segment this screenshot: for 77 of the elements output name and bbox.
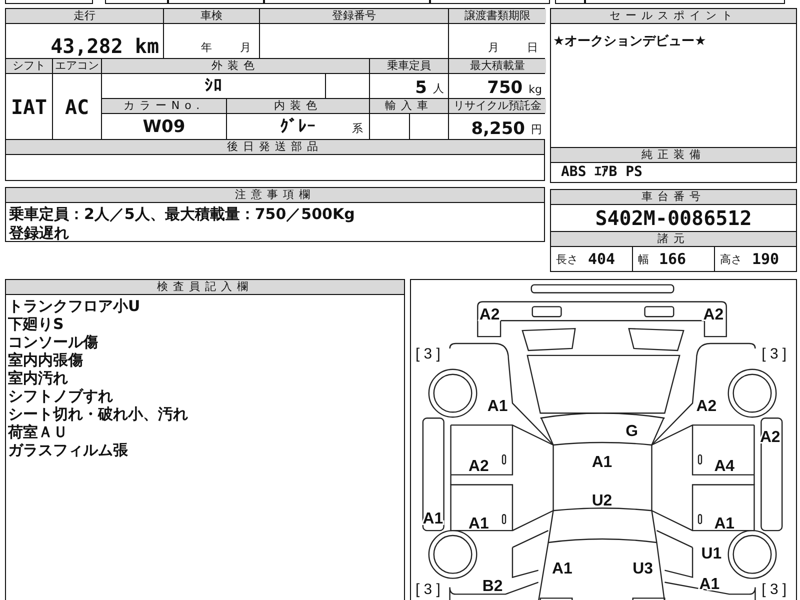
notes-header: 注意事項欄 xyxy=(6,188,544,203)
damage-code: A1 xyxy=(468,516,489,533)
dimension-label: 高さ xyxy=(720,252,742,266)
inspector-notes-header: 検査員記入欄 xyxy=(6,280,404,295)
month-unit: 月 xyxy=(488,40,499,55)
color-number-value: W09 xyxy=(102,114,226,139)
tire-rating: [ 3 ] xyxy=(762,581,787,598)
specs-header: 諸元 xyxy=(551,231,796,247)
inspector-note-line: コンソール傷 xyxy=(8,333,99,351)
exterior-color-value: ｼﾛ xyxy=(102,74,325,98)
note-line: 乗車定員：2人／5人、最大積載量：750／500Kg xyxy=(9,205,356,224)
damage-code: A2 xyxy=(696,398,717,416)
damage-code: A1 xyxy=(699,576,720,594)
mileage-value: 43,282 km xyxy=(6,24,163,58)
interior-color-value: ｸﾞﾚｰ xyxy=(280,116,316,136)
equipment-text: ABS ｴｱB PS xyxy=(561,164,642,180)
inspector-note-line: 荷室ＡＵ xyxy=(8,423,69,441)
capacity-value: 5 xyxy=(415,78,427,98)
equipment-header: 純正装備 xyxy=(551,147,796,163)
inspector-note-line: トランクフロア小U xyxy=(8,297,142,315)
registration-header: 登録番号 xyxy=(260,9,448,23)
later-parts-header: 後日発送部品 xyxy=(6,140,544,154)
inspector-note-line: 室内内張傷 xyxy=(8,351,84,369)
transfer-deadline-header: 譲渡書類期限 xyxy=(449,9,546,23)
shift-value: IAT xyxy=(6,74,52,139)
exterior-color-header: 外装色 xyxy=(102,59,369,73)
tire-rating: [ 3 ] xyxy=(762,345,787,362)
shift-header: シフト xyxy=(6,59,52,73)
damage-code: A4 xyxy=(714,458,735,475)
dimension-value: 166 xyxy=(659,250,686,268)
damage-code: A1 xyxy=(714,516,735,533)
recycle-fee-header: リサイクル預託金 xyxy=(449,99,546,113)
note-line: 登録遅れ xyxy=(9,224,70,243)
damage-code: B2 xyxy=(482,578,503,596)
interior-color-header: 内装色 xyxy=(227,99,369,113)
damage-code: U2 xyxy=(592,492,612,510)
damage-code: U3 xyxy=(632,560,653,578)
month-unit: 月 xyxy=(240,40,251,55)
year-unit: 年 xyxy=(201,40,212,55)
tire-rating: [ 3 ] xyxy=(415,345,440,362)
max-load-unit: kg xyxy=(528,83,542,96)
damage-code: G xyxy=(626,423,638,440)
damage-code: A2 xyxy=(468,458,489,475)
inspection-header: 車検 xyxy=(164,9,259,23)
recycle-fee-value: 8,250 xyxy=(471,119,525,139)
imported-header: 輸入車 xyxy=(370,99,448,113)
inspector-note-line: 下廻りS xyxy=(8,315,65,333)
air-conditioner-value: AC xyxy=(53,74,101,139)
damage-code: A1 xyxy=(592,454,612,471)
dimension-value: 404 xyxy=(588,250,616,268)
sale-points-text: ★オークションデビュー★ xyxy=(553,34,706,49)
damage-code: U1 xyxy=(701,545,722,562)
sale-points-header: セールスポイント xyxy=(551,9,796,24)
chassis-number: S402M-0086512 xyxy=(595,206,752,230)
dimension-value: 190 xyxy=(752,250,780,268)
dimension-label: 長さ xyxy=(556,252,578,266)
day-unit: 日 xyxy=(527,40,538,55)
air-conditioner-header: エアコン xyxy=(53,59,101,73)
damage-code: A1 xyxy=(552,560,572,578)
tire-rating: [ 3 ] xyxy=(415,581,440,598)
mileage-header: 走行 xyxy=(6,9,163,23)
damage-code: A1 xyxy=(487,398,508,416)
damage-code: A2 xyxy=(703,306,724,324)
max-load-header: 最大積載量 xyxy=(449,59,546,73)
dimension-label: 幅 xyxy=(638,252,649,266)
inspector-note-line: シート切れ・破れ小、汚れ xyxy=(8,405,189,423)
color-suffix: 系 xyxy=(352,121,363,136)
recycle-fee-unit: 円 xyxy=(531,122,542,137)
color-number-header: カラーNo. xyxy=(102,99,226,113)
damage-code: A2 xyxy=(479,306,500,324)
max-load-value: 750 xyxy=(487,78,523,98)
capacity-unit: 人 xyxy=(433,81,444,96)
chassis-number-header: 車台番号 xyxy=(551,190,796,205)
inspector-note-line: ガラスフィルム張 xyxy=(8,441,129,459)
inspector-note-line: 室内汚れ xyxy=(8,369,69,387)
capacity-header: 乗車定員 xyxy=(370,59,448,73)
inspector-note-line: シフトノブすれ xyxy=(8,387,114,405)
